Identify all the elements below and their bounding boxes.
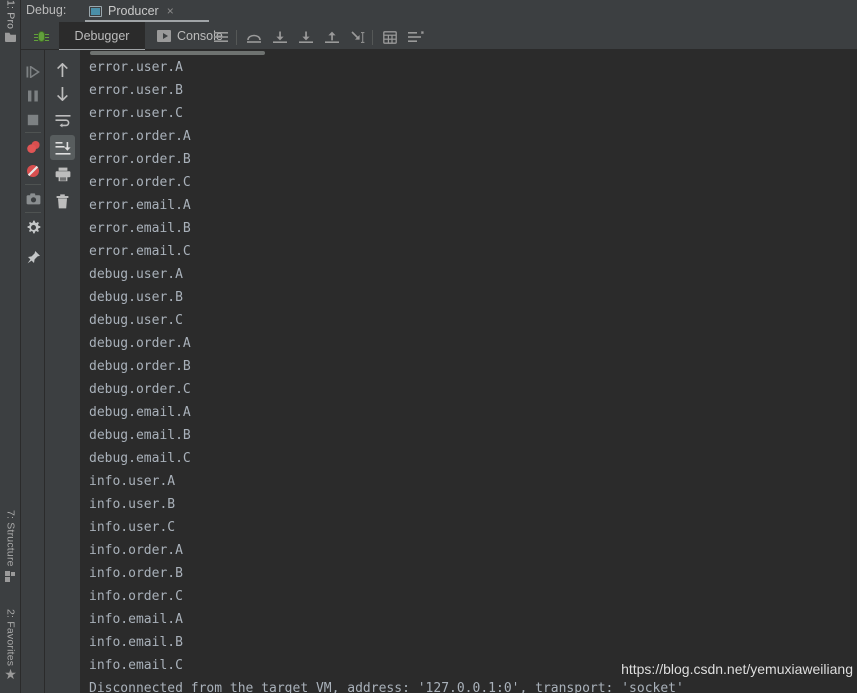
debug-label: Debug: [26, 3, 67, 17]
tab-debugger-label: Debugger [74, 29, 130, 43]
console-line: info.order.A [89, 543, 183, 558]
close-icon[interactable]: × [167, 4, 174, 18]
console-line: Disconnected from the target VM, address… [89, 681, 684, 693]
debug-titlebar: Debug: Producer × [21, 0, 857, 22]
star-icon[interactable]: ★ [4, 667, 17, 681]
console-output-panel[interactable]: error.user.A error.user.B error.user.C erro… [80, 50, 857, 693]
soft-wrap-icon[interactable] [50, 108, 75, 133]
application-icon [89, 5, 102, 17]
console-line: debug.email.C [89, 451, 191, 466]
console-line: debug.order.C [89, 382, 191, 397]
horizontal-scrollbar-thumb[interactable] [90, 51, 265, 55]
resume-program-icon[interactable] [22, 61, 44, 83]
step-into-icon[interactable] [269, 29, 291, 45]
console-line: info.user.B [89, 497, 176, 512]
step-out-icon[interactable] [321, 29, 343, 45]
run-to-cursor-icon[interactable] [347, 29, 369, 45]
pause-program-icon[interactable] [22, 85, 44, 107]
print-icon[interactable] [50, 162, 75, 187]
sidebar-item-structure[interactable]: 7: Structure [0, 497, 21, 579]
layout-settings-icon[interactable] [405, 29, 427, 45]
rail-separator-3 [25, 212, 41, 213]
settings-gear-icon[interactable] [22, 216, 44, 238]
debug-action-rail [21, 50, 45, 693]
console-line: error.email.A [89, 198, 191, 213]
console-line: debug.order.B [89, 359, 191, 374]
rail-separator-2 [25, 184, 41, 185]
console-line: debug.email.A [89, 405, 191, 420]
console-line: info.order.C [89, 589, 183, 604]
console-play-icon [157, 30, 171, 42]
mute-breakpoints-icon[interactable] [22, 160, 44, 182]
stop-program-icon[interactable] [22, 109, 44, 131]
console-action-rail [45, 50, 80, 693]
console-line: debug.order.A [89, 336, 191, 351]
console-line: info.order.B [89, 566, 183, 581]
console-line: error.user.C [89, 106, 183, 121]
console-line: error.user.B [89, 83, 183, 98]
toolbar-separator-2 [372, 30, 373, 45]
console-line: debug.user.A [89, 267, 183, 282]
scroll-down-icon[interactable] [50, 81, 75, 106]
console-log-lines: error.user.A error.user.B error.user.C erro… [89, 56, 857, 693]
structure-icon[interactable] [5, 571, 16, 582]
idea-debug-window: 1: Pro 7: Structure 2: Favorites ★ Debug… [0, 0, 857, 693]
console-line: error.user.A [89, 60, 183, 75]
console-line: debug.email.B [89, 428, 191, 443]
left-tool-rail: 1: Pro 7: Structure 2: Favorites ★ [0, 0, 21, 693]
menu-icon[interactable] [210, 29, 232, 45]
console-line: error.order.C [89, 175, 191, 190]
rail-separator-1 [25, 132, 41, 133]
pin-tab-icon[interactable] [22, 246, 44, 268]
console-line: info.user.C [89, 520, 176, 535]
console-line: error.order.B [89, 152, 191, 167]
clear-all-icon[interactable] [50, 189, 75, 214]
debug-bug-icon[interactable] [31, 26, 52, 46]
scroll-to-end-icon[interactable] [50, 135, 75, 160]
scroll-up-icon[interactable] [50, 58, 75, 83]
sidebar-item-favorites[interactable]: 2: Favorites [0, 600, 21, 676]
sidebar-item-project[interactable]: 1: Pro [0, 0, 21, 38]
evaluate-expression-icon[interactable] [379, 29, 401, 45]
console-line: debug.user.B [89, 290, 183, 305]
console-line: info.email.C [89, 658, 183, 673]
console-line: error.order.A [89, 129, 191, 144]
session-tab-producer[interactable]: Producer × [85, 1, 178, 21]
toolbar-separator-1 [236, 30, 237, 45]
force-step-into-icon[interactable] [295, 29, 317, 45]
tab-debugger[interactable]: Debugger [59, 22, 145, 50]
console-line: info.email.A [89, 612, 183, 627]
view-breakpoints-icon[interactable] [22, 136, 44, 158]
console-line: error.email.B [89, 221, 191, 236]
console-line: info.user.A [89, 474, 176, 489]
console-line: debug.user.C [89, 313, 183, 328]
get-thread-dump-icon[interactable] [22, 188, 44, 210]
session-tab-label: Producer [108, 4, 159, 18]
console-line: error.email.C [89, 244, 191, 259]
step-over-icon[interactable] [243, 29, 265, 45]
console-line: info.email.B [89, 635, 183, 650]
